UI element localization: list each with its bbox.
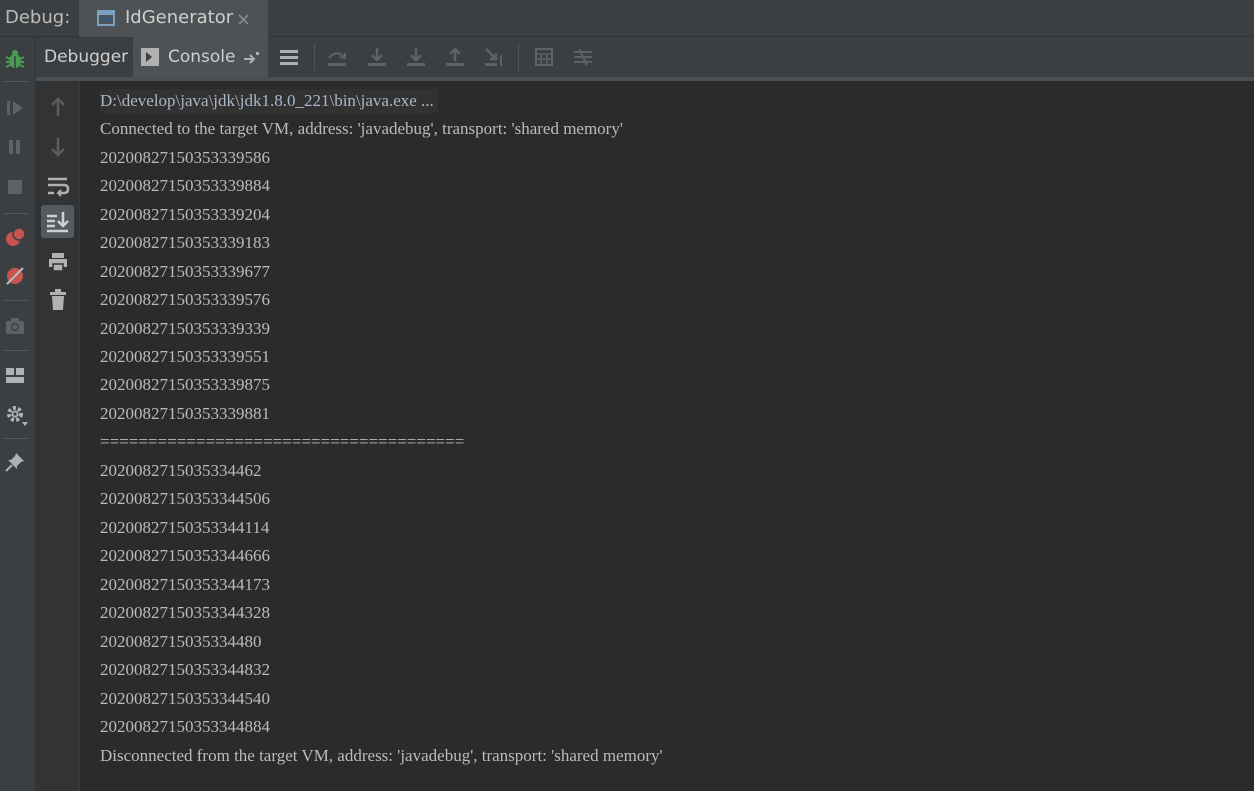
console-icon [141,48,159,70]
console-line: 20200827150353344884 [100,717,270,736]
tab-console-label: Console [168,47,236,67]
trace-stream-icon[interactable] [572,46,594,68]
console-line: 20200827150353344832 [100,660,270,679]
step-out-icon[interactable] [444,46,466,68]
console-line: 20200827150353339677 [100,262,270,281]
tab-idgenerator[interactable]: IdGenerator [79,0,268,37]
console-line: 20200827150353344506 [100,489,270,508]
bug-icon [3,48,25,70]
console-line: Connected to the target VM, address: 'ja… [100,119,623,138]
print-icon[interactable] [45,249,71,275]
resume-icon[interactable] [4,97,26,119]
soft-wrap-icon[interactable] [45,173,71,199]
step-over-icon[interactable] [326,46,348,68]
window-icon [97,10,115,30]
console-output[interactable]: D:\develop\java\jdk\jdk1.8.0_221\bin\jav… [80,81,1254,791]
mute-breakpoints-icon[interactable] [4,265,26,287]
console-line: 20200827150353339586 [100,148,270,167]
console-line: 20200827150353344666 [100,546,270,565]
trash-icon[interactable] [45,287,71,313]
console-line: 20200827150353344328 [100,603,270,622]
console-line: 20200827150353339884 [100,176,270,195]
close-icon[interactable] [237,11,250,30]
layout-icon[interactable] [4,364,26,386]
down-arrow-icon[interactable] [45,134,71,160]
left-debug-toolbar [0,37,36,791]
console-line: 20200827150353339183 [100,233,270,252]
console-line: 20200827150353339204 [100,205,270,224]
camera-icon[interactable] [4,315,26,337]
step-into-icon[interactable] [366,46,388,68]
restore-layout-icon[interactable] [278,46,300,68]
stop-icon[interactable] [4,176,26,198]
force-step-into-icon[interactable] [405,46,427,68]
console-line: 20200827150353344173 [100,575,270,594]
console-line: 20200827150353339551 [100,347,270,366]
console-line: 20200827150353339881 [100,404,270,423]
console-line: 20200827150353339576 [100,290,270,309]
console-side-toolbar [36,81,80,791]
tab-debugger-label: Debugger [44,47,129,67]
console-command-line[interactable]: D:\develop\java\jdk\jdk1.8.0_221\bin\jav… [100,89,438,113]
settings-icon[interactable] [4,403,28,426]
pin-tab-icon[interactable] [243,50,261,69]
console-line: 2020082715035334480 [100,632,262,651]
evaluate-expression-icon[interactable] [533,46,555,68]
run-to-cursor-icon[interactable] [483,46,505,68]
console-line: 2020082715035334462 [100,461,262,480]
tab-title: IdGenerator [125,7,234,28]
view-breakpoints-icon[interactable] [4,225,26,247]
debug-tool-window-header: Debug: IdGenerator [0,0,1254,37]
tab-console[interactable]: Console [133,37,268,77]
console-line: 20200827150353339875 [100,375,270,394]
scroll-to-end-icon[interactable] [41,205,74,238]
console-separator-line: ====================================== [100,432,465,451]
debug-label: Debug: [5,7,71,28]
pin-icon[interactable] [4,451,26,473]
tab-debugger[interactable]: Debugger [36,37,133,77]
console-line: 20200827150353344540 [100,689,270,708]
console-line: 20200827150353339339 [100,319,270,338]
console-line: 20200827150353344114 [100,518,270,537]
pause-icon[interactable] [4,136,26,158]
debugger-toolbar: Debugger Console [36,37,1254,77]
up-arrow-icon[interactable] [45,95,71,121]
console-line: Disconnected from the target VM, address… [100,746,663,765]
